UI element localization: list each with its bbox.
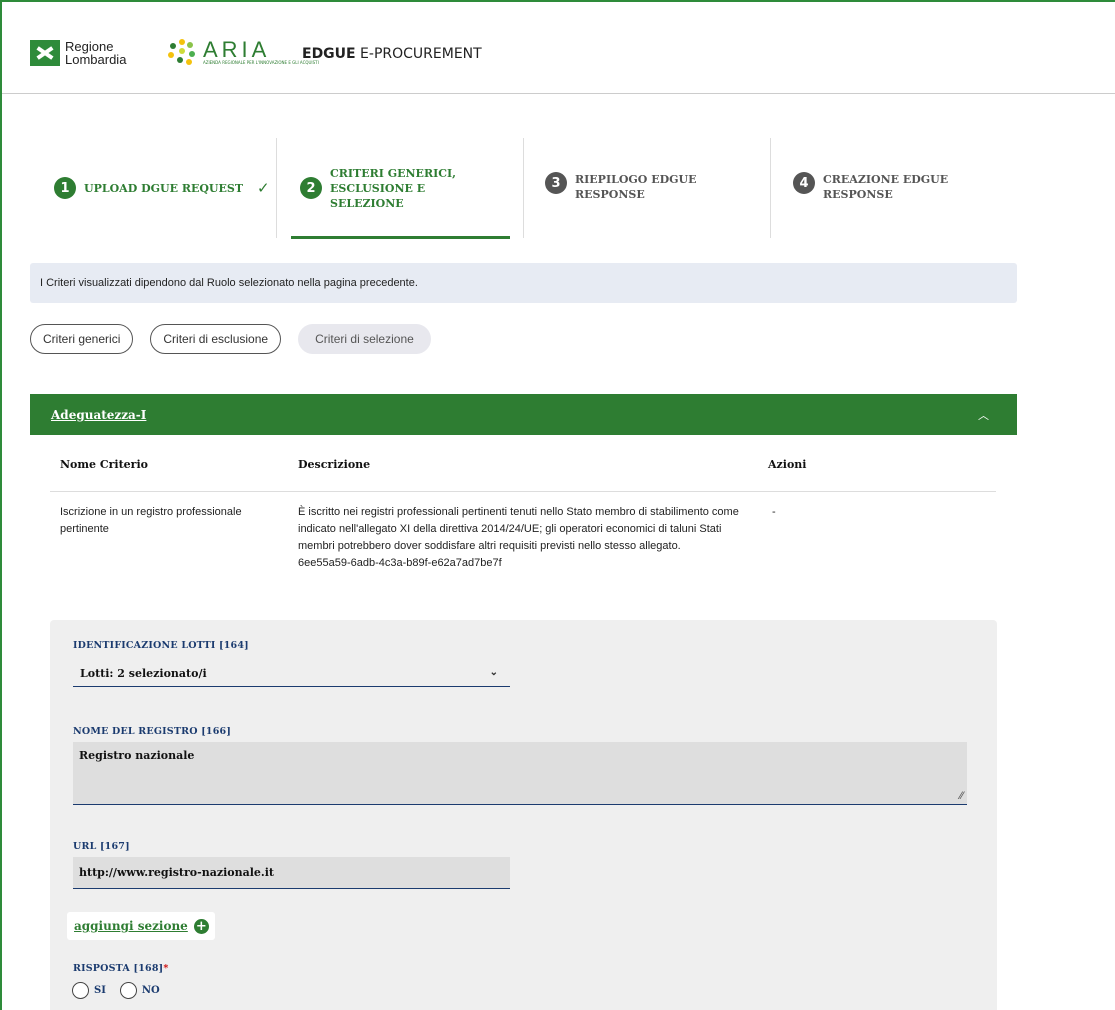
step-number: 3 xyxy=(545,172,567,194)
accordion-header-adeguatezza[interactable]: Adeguatezza-I ︿ xyxy=(30,394,1017,435)
header-divider xyxy=(50,491,996,492)
app-header: Regione Lombardia ARIA AZIENDA REGIONALE… xyxy=(2,2,1115,94)
accordion-title[interactable]: Adeguatezza-I xyxy=(51,408,146,422)
aria-logo[interactable]: ARIA AZIENDA REGIONALE PER L'INNOVAZIONE… xyxy=(167,38,319,65)
criteria-filter-group: Criteri generici Criteri di esclusione C… xyxy=(30,324,431,354)
regione-lombardia-emblem-icon xyxy=(30,40,60,66)
aria-dots-icon xyxy=(167,39,197,65)
lots-select[interactable]: Lotti: 2 selezionato/i ⌄ xyxy=(73,660,510,687)
radio-circle-icon[interactable] xyxy=(119,982,137,999)
column-header-name: Nome Criterio xyxy=(60,458,148,471)
answer-radio-group: SI NO xyxy=(72,982,160,999)
registry-name-textarea[interactable]: Registro nazionale ⁄⁄ xyxy=(73,742,967,805)
step-number: 4 xyxy=(793,172,815,194)
criterion-form-panel: IDENTIFICAZIONE LOTTI [164] Lotti: 2 sel… xyxy=(50,620,997,1010)
filter-criteri-generici[interactable]: Criteri generici xyxy=(30,324,134,354)
step-label: RIEPILOGO EDGUE RESPONSE xyxy=(575,173,697,201)
step-divider xyxy=(770,138,771,238)
radio-no[interactable]: NO xyxy=(119,982,160,999)
step-riepilogo-edgue-response[interactable]: 3 RIEPILOGO EDGUE RESPONSE xyxy=(545,172,705,272)
radio-no-label[interactable]: NO xyxy=(142,985,160,996)
app-title-rest: E-PROCUREMENT xyxy=(355,46,482,62)
answer-label: RISPOSTA [168]* xyxy=(73,963,169,974)
info-text: I Criteri visualizzati dipendono dal Ruo… xyxy=(40,277,418,289)
add-section-label[interactable]: aggiungi sezione xyxy=(74,919,188,933)
resize-handle-icon[interactable]: ⁄⁄ xyxy=(960,791,963,802)
step-divider xyxy=(276,138,277,238)
url-input[interactable]: http://www.registro-nazionale.it xyxy=(73,857,510,889)
chevron-up-icon[interactable]: ︿ xyxy=(978,407,989,423)
wizard-stepper: 1 UPLOAD DGUE REQUEST ✓ 2 CRITERI GENERI… xyxy=(30,138,1030,240)
info-banner: I Criteri visualizzati dipendono dal Ruo… xyxy=(30,263,1017,303)
regione-lombardia-wordmark: Regione Lombardia xyxy=(65,40,126,66)
step-divider xyxy=(523,138,524,238)
filter-criteri-esclusione[interactable]: Criteri di esclusione xyxy=(150,324,282,354)
step-label: CREAZIONE EDGUE RESPONSE xyxy=(823,173,949,201)
step-criteri-generici[interactable]: 2 CRITERI GENERICI, ESCLUSIONE E SELEZIO… xyxy=(300,138,470,238)
registry-label: NOME DEL REGISTRO [166] xyxy=(73,726,232,737)
step-label: CRITERI GENERICI, ESCLUSIONE E SELEZIONE xyxy=(330,166,456,210)
add-section-button[interactable]: aggiungi sezione + xyxy=(67,912,215,940)
app-title-bold: EDGUE xyxy=(302,46,356,62)
chevron-down-icon[interactable]: ⌄ xyxy=(490,667,498,678)
url-label: URL [167] xyxy=(73,841,130,852)
step-label: UPLOAD DGUE REQUEST xyxy=(84,181,244,195)
criterion-uuid: 6ee55a59-6adb-4c3a-b89f-e62a7ad7be7f xyxy=(298,557,502,569)
answer-label-text: RISPOSTA [168] xyxy=(73,963,164,974)
checkmark-icon: ✓ xyxy=(257,179,270,197)
criterion-description: È iscritto nei registri professionali pe… xyxy=(298,506,739,552)
required-marker: * xyxy=(163,963,169,974)
lots-label: IDENTIFICAZIONE LOTTI [164] xyxy=(73,640,249,651)
step-number: 2 xyxy=(300,177,322,199)
radio-circle-icon[interactable] xyxy=(72,982,89,999)
lots-select-value: Lotti: 2 selezionato/i xyxy=(80,666,207,680)
filter-criteri-selezione[interactable]: Criteri di selezione xyxy=(298,324,431,354)
registry-name-value: Registro nazionale xyxy=(79,749,195,762)
step-number: 1 xyxy=(54,177,76,199)
criterion-actions: - xyxy=(772,506,776,518)
column-header-description: Descrizione xyxy=(298,458,371,471)
brand-line-2: Lombardia xyxy=(65,52,127,67)
app-title: EDGUE E-PROCUREMENT xyxy=(302,46,482,62)
column-header-actions: Azioni xyxy=(768,458,807,471)
radio-si[interactable]: SI xyxy=(72,982,106,999)
active-step-indicator xyxy=(291,236,510,239)
radio-si-label[interactable]: SI xyxy=(94,985,106,996)
step-creazione-edgue-response[interactable]: 4 CREAZIONE EDGUE RESPONSE xyxy=(793,172,953,272)
regione-lombardia-logo[interactable]: Regione Lombardia xyxy=(30,40,126,66)
plus-circle-icon[interactable]: + xyxy=(193,918,209,934)
url-value: http://www.registro-nazionale.it xyxy=(79,866,274,879)
criterion-name: Iscrizione in un registro professionale … xyxy=(60,506,242,535)
step-upload-dgue-request[interactable]: 1 UPLOAD DGUE REQUEST ✓ xyxy=(54,138,270,238)
criterion-description-cell: È iscritto nei registri professionali pe… xyxy=(298,504,753,572)
